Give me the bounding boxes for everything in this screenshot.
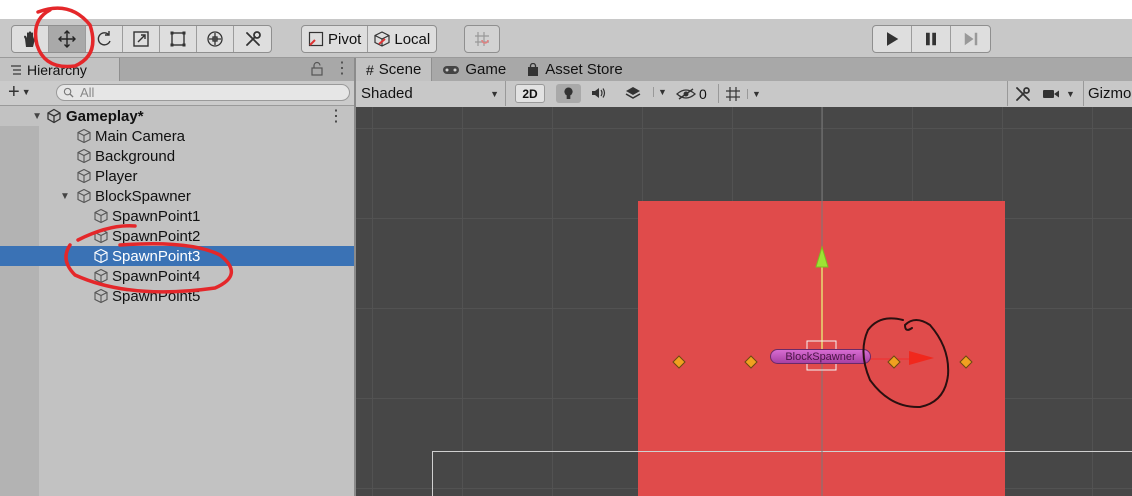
annotation-circle-handle — [862, 317, 950, 409]
annotation-circle-move-tool — [33, 6, 95, 69]
annotation-overlay — [33, 6, 950, 409]
annotation-circle-spawnpoints — [64, 224, 233, 294]
